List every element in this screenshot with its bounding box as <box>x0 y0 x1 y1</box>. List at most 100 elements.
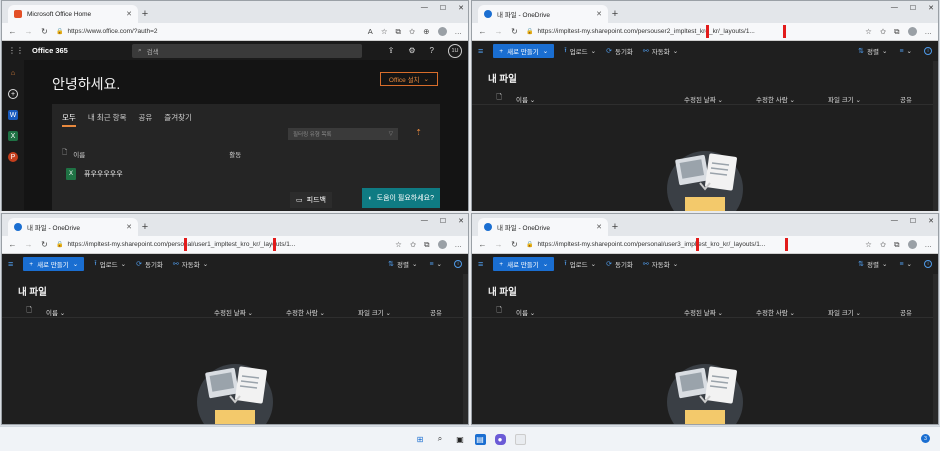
word-icon[interactable]: W <box>8 110 18 120</box>
back-icon[interactable]: ← <box>478 27 487 36</box>
info-icon[interactable]: i <box>924 47 932 55</box>
automate-button[interactable]: ⚯ 자동화 ⌄ <box>643 46 678 56</box>
automate-button[interactable]: ⚯ 자동화 ⌄ <box>173 259 208 269</box>
home-icon[interactable]: ⌂ <box>8 68 18 78</box>
url-field[interactable]: 🔒 https://impltest-my.sharepoint.com/per… <box>526 238 858 251</box>
notification-badge-icon[interactable]: 3 <box>921 434 930 443</box>
new-tab-button[interactable]: + <box>138 5 152 23</box>
new-button[interactable]: + 새로 만들기 ⌄ <box>493 44 555 58</box>
name-column-header[interactable]: 이름 ⌄ <box>516 94 684 104</box>
browser-tab[interactable]: Microsoft Office Home ✕ <box>8 5 138 23</box>
forward-icon[interactable]: → <box>24 27 33 36</box>
favorite-icon[interactable]: ☆ <box>865 240 872 249</box>
favorite-icon[interactable]: ☆ <box>865 27 872 36</box>
widgets-icon[interactable]: ▤ <box>474 433 486 445</box>
close-window-icon[interactable]: ✕ <box>458 217 464 225</box>
nav-menu-icon[interactable]: ≡ <box>8 259 13 269</box>
modified-column-header[interactable]: 수정된 날짜 ⌄ <box>684 94 756 104</box>
size-column-header[interactable]: 파일 크기 ⌄ <box>828 307 900 317</box>
close-tab-icon[interactable]: ✕ <box>126 10 132 18</box>
browser-tab[interactable]: 내 파일 - OneDrive ✕ <box>8 218 138 236</box>
sync-button[interactable]: ⟳ 동기화 <box>136 259 163 269</box>
info-icon[interactable]: i <box>924 260 932 268</box>
close-tab-icon[interactable]: ✕ <box>126 223 132 231</box>
new-button[interactable]: + 새로 만들기 ⌄ <box>493 257 555 271</box>
back-icon[interactable]: ← <box>8 27 17 36</box>
refresh-icon[interactable]: ↻ <box>510 240 519 249</box>
minimize-icon[interactable]: — <box>421 217 428 225</box>
forward-icon[interactable]: → <box>494 27 503 36</box>
excel-icon[interactable]: X <box>8 131 18 141</box>
upload-icon[interactable]: ⇡ <box>415 128 422 137</box>
list-item[interactable]: X 퓨우우우우우 <box>66 168 123 180</box>
collections-icon[interactable]: ⧉ <box>894 27 899 37</box>
modified-column-header[interactable]: 수정된 날짜 ⌄ <box>214 307 286 317</box>
maximize-icon[interactable]: ☐ <box>440 4 446 12</box>
minimize-icon[interactable]: — <box>421 4 428 12</box>
name-column-header[interactable]: 이름 <box>73 149 223 159</box>
modified-column-header[interactable]: 수정된 날짜 ⌄ <box>684 307 756 317</box>
favorites-bar-icon[interactable]: ✩ <box>409 27 415 36</box>
new-button[interactable]: + 새로 만들기 ⌄ <box>23 257 85 271</box>
app-title[interactable]: Office 365 <box>32 46 124 55</box>
close-window-icon[interactable]: ✕ <box>928 4 934 12</box>
refresh-icon[interactable]: ↻ <box>40 27 49 36</box>
more-icon[interactable]: … <box>455 240 463 249</box>
minimize-icon[interactable]: — <box>891 217 898 225</box>
forward-icon[interactable]: → <box>24 240 33 249</box>
info-icon[interactable]: i <box>454 260 462 268</box>
new-tab-button[interactable]: + <box>138 218 152 236</box>
favorite-icon[interactable]: ☆ <box>395 240 402 249</box>
filter-input[interactable]: 필터링 유형 목록 ▽ <box>288 128 398 140</box>
url-field[interactable]: 🔒 https://impltest-my.sharepoint.com/per… <box>526 25 858 38</box>
search-icon[interactable]: ⌕ <box>435 434 446 445</box>
maximize-icon[interactable]: ☐ <box>440 217 446 225</box>
powerpoint-icon[interactable]: P <box>8 152 18 162</box>
upload-button[interactable]: ⭱ 업로드 ⌄ <box>564 259 596 270</box>
name-column-header[interactable]: 이름 ⌄ <box>516 307 684 317</box>
install-office-button[interactable]: Office 설치 ⌄ <box>379 72 438 86</box>
collections-icon[interactable]: ⧉ <box>396 27 401 37</box>
size-column-header[interactable]: 파일 크기 ⌄ <box>358 307 430 317</box>
profile-icon[interactable] <box>907 27 917 36</box>
app-icon[interactable] <box>514 433 526 445</box>
more-icon[interactable]: … <box>925 240 933 249</box>
view-button[interactable]: ≡ ⌄ <box>899 260 912 269</box>
modified-by-column-header[interactable]: 수정한 사람 ⌄ <box>286 307 358 317</box>
app-launcher-icon[interactable]: ⋮⋮ <box>8 46 24 55</box>
nav-menu-icon[interactable]: ≡ <box>478 46 483 56</box>
scrollbar[interactable] <box>933 61 938 211</box>
forward-icon[interactable]: → <box>494 240 503 249</box>
close-tab-icon[interactable]: ✕ <box>596 223 602 231</box>
collections-icon[interactable]: ⧉ <box>424 240 429 250</box>
profile-icon[interactable] <box>907 240 917 249</box>
close-window-icon[interactable]: ✕ <box>928 217 934 225</box>
more-icon[interactable]: … <box>925 27 933 36</box>
refresh-icon[interactable]: ↻ <box>40 240 49 249</box>
sort-button[interactable]: ⇅ 정렬 ⌄ <box>858 46 887 56</box>
profile-icon[interactable] <box>437 240 447 249</box>
help-icon[interactable]: ? <box>430 46 434 55</box>
profile-icon[interactable] <box>437 27 447 36</box>
minimize-icon[interactable]: — <box>891 4 898 12</box>
sync-button[interactable]: ⟳ 동기화 <box>606 259 633 269</box>
view-button[interactable]: ≡ ⌄ <box>899 47 912 56</box>
maximize-icon[interactable]: ☐ <box>910 217 916 225</box>
favorites-bar-icon[interactable]: ✩ <box>410 240 416 249</box>
tab-all[interactable]: 모두 <box>62 112 76 127</box>
upload-button[interactable]: ⭱ 업로드 ⌄ <box>94 259 126 270</box>
size-column-header[interactable]: 파일 크기 ⌄ <box>828 94 900 104</box>
create-icon[interactable]: + <box>8 89 18 99</box>
url-field[interactable]: 🔒 https://impltest-my.sharepoint.com/per… <box>56 238 388 251</box>
extensions-icon[interactable]: ⊕ <box>423 27 429 36</box>
new-tab-button[interactable]: + <box>608 5 622 23</box>
feedback-button[interactable]: ▭ 피드백 <box>290 192 332 208</box>
favorite-icon[interactable]: ☆ <box>381 27 388 36</box>
tab-shared[interactable]: 공유 <box>138 112 152 127</box>
modified-by-column-header[interactable]: 수정한 사람 ⌄ <box>756 94 828 104</box>
tab-my-recent[interactable]: 내 최근 항목 <box>88 112 127 127</box>
close-window-icon[interactable]: ✕ <box>458 4 464 12</box>
scrollbar[interactable] <box>933 274 938 424</box>
read-aloud-icon[interactable]: A <box>368 27 373 36</box>
search-box[interactable]: ⌕ 검색 <box>132 43 362 58</box>
